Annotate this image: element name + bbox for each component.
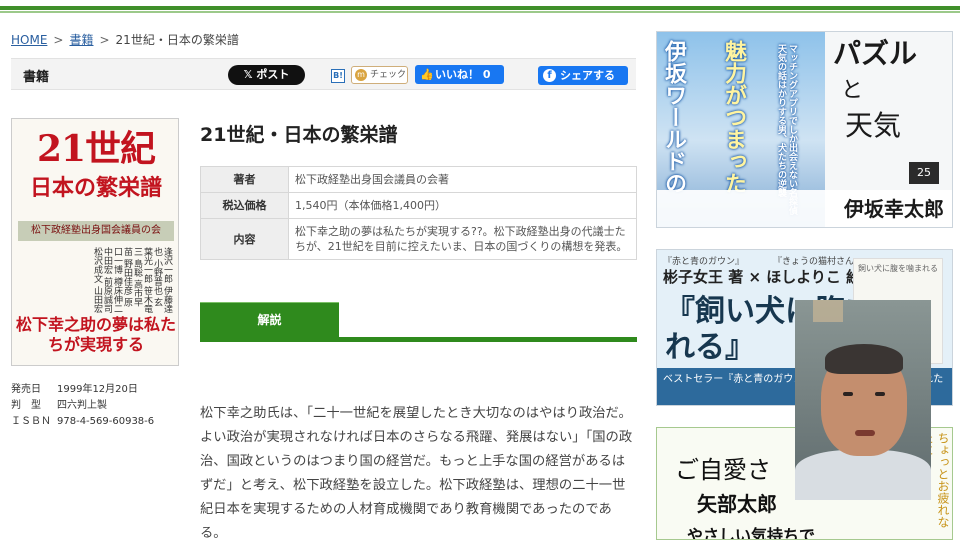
presenter-hair [825, 344, 903, 374]
ad-title: と [841, 78, 864, 103]
facebook-like-count: 0 [482, 68, 491, 81]
meta-row: 判 型 四六判上製 [11, 398, 154, 414]
cover-subtitle: 日本の繁栄譜 [29, 175, 162, 201]
presenter-eye [875, 392, 885, 396]
header-stripe [0, 6, 960, 10]
meta-key: ＩＳＢＮ [11, 416, 51, 427]
book-title: 21世紀・日本の繁栄譜 [200, 124, 398, 146]
ad-badge: 25 [909, 162, 939, 184]
book-info-table: 著者 松下政経塾出身国会議員の会著 税込価格 1,540円（本体価格1,400円… [200, 166, 637, 260]
facebook-like-button[interactable]: 👍 いいね！ 0 [415, 65, 504, 84]
meta-row: ＩＳＢＮ 978-4-569-60938-6 [11, 414, 154, 430]
hatena-bookmark-button[interactable]: B! [331, 69, 345, 83]
table-row: 内容 松下幸之助の夢は私たちが実現する??。松下政経塾出身の代議士たちが、21世… [200, 218, 637, 260]
breadcrumb: HOME > 書籍 >21世紀・日本の繁栄譜 [11, 31, 239, 48]
meta-key: 発売日 [11, 384, 41, 395]
table-value: 1,540円（本体価格1,400円） [288, 192, 637, 219]
facebook-like-label: いいね！ [435, 68, 479, 81]
ad-vertical-text: 伊坂ワールドの [661, 40, 686, 194]
header-stripe-light [0, 11, 960, 13]
table-value: 松下政経塾出身国会議員の会著 [288, 166, 637, 193]
ad-tagline: やさしい気持ちで [687, 526, 816, 540]
ad-vertical-text: 魅力がつまった [721, 40, 746, 194]
section-label: 書籍 [23, 70, 50, 85]
breadcrumb-home-link[interactable]: HOME [11, 33, 47, 47]
ad-title: 天気 [845, 109, 902, 142]
presenter-eye [843, 392, 853, 396]
cover-author-names: 逢沢一郎 伊藤達也 小野晋也 玄葉光一郎 笹木竜三 島聡 高市早苗 野田佳彦 原… [92, 247, 172, 313]
facebook-icon: f [543, 69, 556, 82]
table-value: 松下幸之助の夢は私たちが実現する??。松下政経塾出身の代議士たちが、21世紀を目… [288, 218, 637, 260]
table-key: 著者 [200, 166, 289, 193]
facebook-share-button[interactable]: f シェアする [538, 66, 628, 85]
ad-author: 伊坂幸太郎 [657, 190, 952, 227]
facebook-share-label: シェアする [560, 69, 615, 82]
breadcrumb-current: 21世紀・日本の繁栄譜 [115, 33, 239, 47]
ad-author: 矢部太郎 [697, 492, 777, 516]
mixi-check-label: チェック [370, 70, 407, 80]
video-lamp [813, 300, 843, 322]
breadcrumb-separator: > [53, 33, 64, 47]
table-row: 著者 松下政経塾出身国会議員の会著 [200, 166, 637, 193]
ad-authors: 彬子女王 著 × ほしよりこ 絵 [663, 268, 862, 286]
cover-band: 松下政経塾出身国会議員の会 [18, 221, 174, 241]
cover-slogan: 松下幸之助の夢は私たちが実現する [15, 315, 176, 354]
meta-value: 四六判上製 [57, 400, 107, 411]
breadcrumb-separator: > [99, 33, 110, 47]
table-key: 税込価格 [200, 192, 289, 219]
thumbs-up-icon: 👍 [420, 68, 434, 81]
ad-side-text: ちょっとお疲れなたに [920, 432, 950, 528]
x-post-label: ポスト [256, 68, 290, 81]
top-header-bar [0, 0, 960, 16]
presenter-shirt [795, 450, 931, 500]
book-meta: 発売日 1999年12月20日 判 型 四六判上製 ＩＳＢＮ 978-4-569-60… [11, 382, 154, 430]
ad-title: パズル [833, 37, 918, 70]
mixi-icon: m [355, 69, 367, 81]
ad-banner-puzzle-to-tenki[interactable]: マッチングアプリでしか出会えない名探偵 天気の話はかりする男、犬たちの逆襲 魅力… [656, 31, 953, 228]
meta-value: 1999年12月20日 [57, 384, 138, 395]
meta-key: 判 型 [11, 400, 41, 411]
x-post-button[interactable]: 𝕏 ポスト [228, 65, 305, 85]
book-cover-image: 21世紀 日本の繁栄譜 松下政経塾出身国会議員の会 逢沢一郎 伊藤達也 小野晋也… [11, 118, 179, 366]
table-row: 税込価格 1,540円（本体価格1,400円） [200, 192, 637, 219]
tab-commentary[interactable]: 解説 [200, 302, 339, 337]
tab-underline [200, 337, 637, 342]
cover-title: 21世紀 [36, 128, 156, 170]
breadcrumb-category-link[interactable]: 書籍 [69, 33, 93, 47]
commentary-text: 松下幸之助氏は、「二十一世紀を展望したとき大切なのはやはり政治だ。よい政治が実現… [200, 406, 633, 540]
meta-row: 発売日 1999年12月20日 [11, 382, 154, 398]
table-key: 内容 [200, 218, 289, 260]
share-bar: 書籍 𝕏 ポスト B! m チェック 👍 いいね！ 0 f シェアする [11, 58, 636, 90]
mixi-check-button[interactable]: m チェック [351, 66, 408, 84]
ad-title: ご自愛さ [675, 456, 771, 484]
meta-value: 978-4-569-60938-6 [57, 416, 155, 427]
presenter-mouth [855, 430, 875, 436]
webcam-video-overlay[interactable] [795, 300, 931, 500]
